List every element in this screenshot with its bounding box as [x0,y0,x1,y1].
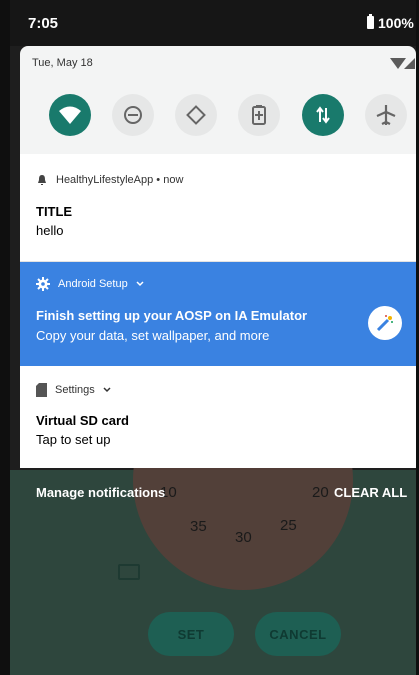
clock-number: 30 [235,529,252,546]
qs-date[interactable]: Tue, May 18 [32,57,93,69]
notification-text: Copy your data, set wallpaper, and more [36,328,270,343]
battery-icon [367,14,374,29]
clear-all-button[interactable]: CLEAR ALL [334,485,407,500]
mobile-data-tile[interactable] [302,94,344,136]
cancel-button[interactable]: CANCEL [255,612,341,656]
notification-app-name: HealthyLifestyleApp [56,174,154,186]
chevron-down-icon[interactable] [136,281,144,287]
notification-text: Tap to set up [36,432,111,447]
airplane-icon [376,105,396,125]
quick-settings: Tue, May 18 [20,46,416,154]
notification-panel: HealthyLifestyleApp • now TITLE hello An… [20,154,416,468]
clock-number: 20 [312,484,329,501]
notification-app-name: Settings [55,384,95,396]
do-not-disturb-icon [124,106,142,124]
notification-settings[interactable]: Settings Virtual SD card Tap to set up [20,366,416,468]
gear-icon [36,277,50,291]
clock-number: 35 [190,518,207,535]
divider [20,261,416,262]
keyboard-icon[interactable] [118,564,140,580]
auto-rotate-tile[interactable] [175,94,217,136]
dnd-tile[interactable] [112,94,154,136]
notification-title: Virtual SD card [36,413,129,428]
magic-wand-icon [368,306,402,340]
screen: 10 20 35 30 25 SET CANCEL 7:05 100% Tue,… [10,0,416,675]
battery-saver-tile[interactable] [238,94,280,136]
mobile-data-icon [316,106,330,124]
status-bar: 7:05 100% [10,0,416,46]
clock-number: 25 [280,517,297,534]
sd-card-icon [36,383,47,397]
notification-header: HealthyLifestyleApp • now [36,174,183,186]
notification-header: Android Setup [36,277,144,291]
notification-time: now [163,174,184,186]
notification-healthy[interactable]: HealthyLifestyleApp • now TITLE hello [20,154,416,261]
bell-icon [38,175,46,185]
auto-rotate-icon [186,105,206,125]
notification-app-name: Android Setup [58,278,128,290]
wifi-icon [59,106,81,124]
notification-text: hello [36,223,64,238]
notification-title: TITLE [36,204,73,219]
notification-header: Settings [36,383,111,397]
device-frame-left [0,0,10,675]
airplane-mode-tile[interactable] [365,94,407,136]
status-time: 7:05 [28,15,59,32]
battery-saver-icon [252,105,266,125]
notification-android-setup[interactable]: Android Setup Finish setting up your AOS… [20,261,416,366]
set-button[interactable]: SET [148,612,234,656]
signal-status-icon [404,58,415,69]
chevron-down-icon[interactable] [103,387,111,393]
battery-percent: 100% [378,15,414,31]
notification-title: Finish setting up your AOSP on IA Emulat… [36,308,308,323]
manage-notifications-button[interactable]: Manage notifications [36,485,165,500]
wifi-tile[interactable] [49,94,91,136]
